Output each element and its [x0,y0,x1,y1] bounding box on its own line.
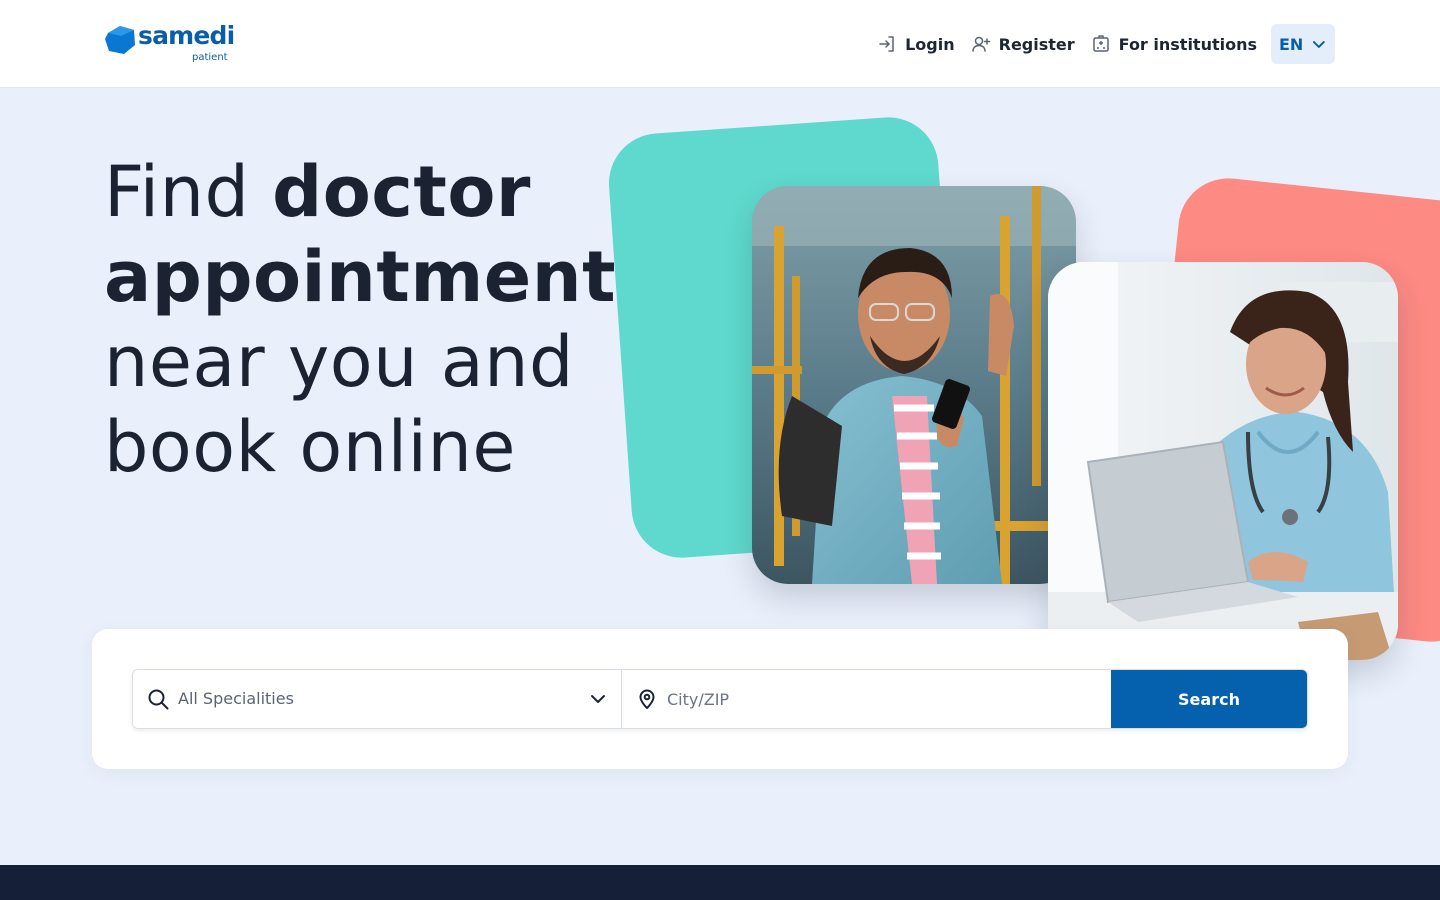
footer-band [0,865,1440,900]
location-pin-icon [639,689,655,709]
hero-text-find: Find [104,151,273,233]
register-label: Register [998,34,1075,54]
search-icon [148,689,169,710]
samedi-logo[interactable]: samedi patient [104,21,235,65]
city-zip-input[interactable] [667,670,1097,728]
logo-mark-icon [105,26,135,54]
city-zip-field [622,670,1111,728]
hero-photo-doctor-with-laptop [1048,262,1398,660]
logo-wordmark: samedi [138,21,235,50]
login-label: Login [905,34,955,54]
specialities-placeholder: All Specialities [178,689,294,708]
building-icon [1091,34,1111,54]
language-value: EN [1279,34,1304,54]
specialities-dropdown[interactable]: All Specialities [133,670,622,728]
search-button[interactable]: Search [1111,670,1307,728]
language-selector[interactable]: EN [1271,24,1335,64]
chevron-down-icon [1313,41,1326,48]
institutions-label: For institutions [1118,34,1257,54]
site-header: samedi patient Login Register For instit… [0,0,1440,88]
search-bar: All Specialities Search [132,669,1308,729]
top-nav: Login Register For institutions EN [869,24,1335,64]
hero-photo-man-with-phone [752,186,1076,584]
login-link[interactable]: Login [869,24,963,64]
register-link[interactable]: Register [963,24,1083,64]
logo-subtitle: patient [192,52,228,63]
search-card: All Specialities Search [92,629,1348,769]
hero-text-rest: near you and book online [104,321,574,488]
chevron-down-icon [591,695,605,703]
institutions-link[interactable]: For institutions [1083,24,1265,64]
hero-heading: Find doctor appointments near you and bo… [104,150,658,490]
user-plus-icon [971,34,991,54]
login-icon [877,34,897,54]
